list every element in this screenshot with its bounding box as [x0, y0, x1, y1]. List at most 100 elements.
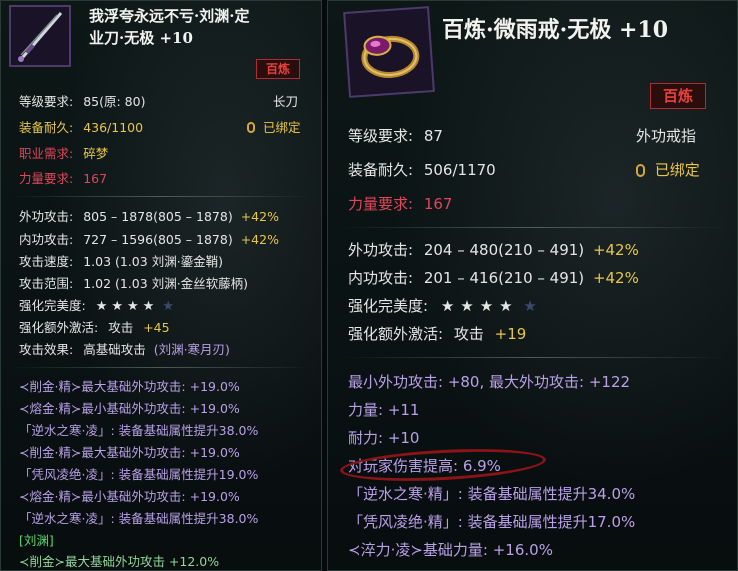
stat-internal-attack: 内功攻击: 201 – 416(210 – 491) +42% — [348, 271, 639, 286]
class-label: 职业需求: — [19, 146, 74, 161]
item-type: 外功戒指 — [636, 127, 697, 145]
effect-label: 攻击效果: — [19, 342, 74, 357]
extra-stat: 攻击 — [108, 320, 134, 335]
stat-label: 外功攻击: — [19, 209, 74, 224]
bound-status: 已绑定 — [247, 120, 301, 135]
item-icon-frame — [9, 5, 71, 67]
attr-line: ≺熔金·精≻最小基础外功攻击: +19.0% — [19, 401, 240, 416]
quality-badge: 百炼 — [650, 83, 706, 109]
strength-value: 167 — [423, 195, 453, 213]
stat-bonus: +42% — [592, 241, 639, 259]
level-value: 87 — [423, 127, 443, 145]
stat-label: 外功攻击: — [348, 241, 414, 259]
strength-label: 力量要求: — [19, 171, 74, 186]
stat-bonus: +42% — [240, 209, 279, 224]
enhance-perfection: 强化完美度: ★★★★ ★ — [348, 299, 537, 314]
stat-value: 727 – 1596(805 – 1878) — [83, 232, 233, 247]
empty-star-icon: ★ — [162, 299, 174, 314]
strength-label: 力量要求: — [348, 195, 414, 213]
durability: 装备耐久: 436/1100 — [19, 120, 144, 135]
level-label: 等级要求: — [19, 94, 74, 109]
stat-internal-attack: 内功攻击: 727 – 1596(805 – 1878) +42% — [19, 232, 279, 247]
set-bonus-line: ≺淬力·凌≻基础力量: +16.0% — [348, 541, 553, 559]
level-requirement: 等级要求: 87 — [348, 129, 443, 144]
attr-line: 「逆水之寒·凌」: 装备基础属性提升38.0% — [19, 511, 259, 526]
stat-value: 1.03 (1.03 刘渊·鎏金鞘) — [83, 254, 224, 269]
enhance-perfection: 强化完美度: ★★★★ ★ — [19, 298, 174, 314]
durability-value: 436/1100 — [83, 120, 144, 135]
empty-star-icon: ★ — [523, 297, 537, 315]
divider — [340, 227, 728, 228]
perfection-label: 强化完美度: — [19, 298, 86, 313]
stat-bonus: +42% — [592, 269, 639, 287]
level-requirement: 等级要求: 85(原: 80) — [19, 94, 146, 109]
blade-icon — [18, 12, 63, 62]
bind-icon — [247, 122, 255, 133]
item-title: 百炼·微雨戒·无极 +10 — [442, 17, 669, 43]
extra-label: 强化额外激活: — [348, 325, 444, 343]
strength-requirement: 力量要求: 167 — [348, 197, 452, 212]
bind-icon — [636, 164, 645, 177]
weapon-type: 长刀 — [273, 94, 299, 109]
attr-line: ≺削金·精≻最大基础外功攻击: +19.0% — [19, 445, 240, 460]
level-value: 85(原: 80) — [83, 94, 146, 109]
stat-value: 1.02 (1.03 刘渊·金丝软藤柄) — [83, 276, 249, 291]
stat-label: 内功攻击: — [19, 232, 74, 247]
extra-value: +45 — [143, 320, 170, 335]
extra-stat: 攻击 — [453, 325, 484, 343]
durability-value: 506/1170 — [423, 161, 496, 179]
attack-effect: 攻击效果: 高基础攻击 (刘渊·寒月刃) — [19, 342, 230, 357]
stat-external-attack: 外功攻击: 204 – 480(210 – 491) +42% — [348, 243, 639, 258]
bound-label: 已绑定 — [262, 120, 301, 135]
perfection-label: 强化完美度: — [348, 297, 429, 315]
star-rating: ★★★★ — [440, 297, 519, 315]
strength-value: 167 — [83, 171, 108, 186]
class-value: 碎梦 — [83, 146, 109, 161]
divider — [11, 367, 311, 368]
stat-external-attack: 外功攻击: 805 – 1878(805 – 1878) +42% — [19, 209, 279, 224]
extra-value: +19 — [494, 325, 527, 343]
durability: 装备耐久: 506/1170 — [348, 163, 496, 178]
weapon-tooltip: 我浮夸永远不亏·刘渊·定 业刀·无极 +10 百炼 等级要求: 85(原: 80… — [0, 0, 322, 571]
attr-line: ≺熔金·精≻最小基础外功攻击: +19.0% — [19, 489, 240, 504]
attr-line: 耐力: +10 — [348, 429, 420, 447]
effect-source: (刘渊·寒月刃) — [153, 342, 230, 357]
effect-value: 高基础攻击 — [83, 342, 146, 357]
stat-label: 内功攻击: — [348, 269, 414, 287]
stat-attack-speed: 攻击速度: 1.03 (1.03 刘渊·鎏金鞘) — [19, 254, 224, 269]
attr-line: 「逆水之寒·凌」: 装备基础属性提升38.0% — [19, 423, 259, 438]
stat-value: 204 – 480(210 – 491) — [423, 241, 585, 259]
attr-line: ≺削金·精≻最大基础外功攻击: +19.0% — [19, 379, 240, 394]
attr-line: 力量: +11 — [348, 401, 420, 419]
star-rating: ★★★★ — [95, 299, 159, 314]
divider — [11, 196, 311, 197]
enhance-extra: 强化额外激活: 攻击 +45 — [19, 320, 170, 335]
strength-requirement: 力量要求: 167 — [19, 171, 108, 186]
stat-label: 攻击速度: — [19, 254, 74, 269]
set-bonus-line: ≺削金≻最大基础外功攻击 +12.0% — [19, 554, 220, 569]
set-bonus-line: 「凭风凌绝·精」: 装备基础属性提升17.0% — [348, 513, 636, 531]
durability-label: 装备耐久: — [348, 161, 414, 179]
extra-label: 强化额外激活: — [19, 320, 99, 335]
divider — [340, 357, 728, 358]
item-icon-frame — [343, 6, 435, 98]
attr-line: 最小外功攻击: +80, 最大外功攻击: +122 — [348, 373, 631, 391]
quality-badge: 百炼 — [256, 59, 300, 79]
stat-label: 攻击范围: — [19, 276, 74, 291]
ring-icon — [361, 35, 420, 78]
durability-label: 装备耐久: — [19, 120, 74, 135]
item-title-line-2: 业刀·无极 +10 — [89, 29, 193, 47]
highlight-circle — [339, 444, 547, 486]
bound-status: 已绑定 — [636, 163, 700, 178]
class-requirement: 职业需求: 碎梦 — [19, 146, 109, 161]
stat-value: 201 – 416(210 – 491) — [423, 269, 585, 287]
attr-line: 「凭风凌绝·凌」: 装备基础属性提升19.0% — [19, 467, 259, 482]
stat-attack-range: 攻击范围: 1.02 (1.03 刘渊·金丝软藤柄) — [19, 276, 249, 291]
enhance-extra: 强化额外激活: 攻击 +19 — [348, 327, 526, 342]
set-tag: [刘渊] — [19, 533, 54, 548]
ring-tooltip: 百炼·微雨戒·无极 +10 百炼 等级要求: 87 外功戒指 装备耐久: 506… — [327, 0, 738, 571]
level-label: 等级要求: — [348, 127, 414, 145]
item-title-line-1: 我浮夸永远不亏·刘渊·定 — [89, 7, 250, 25]
bound-label: 已绑定 — [654, 161, 700, 179]
stat-bonus: +42% — [240, 232, 279, 247]
